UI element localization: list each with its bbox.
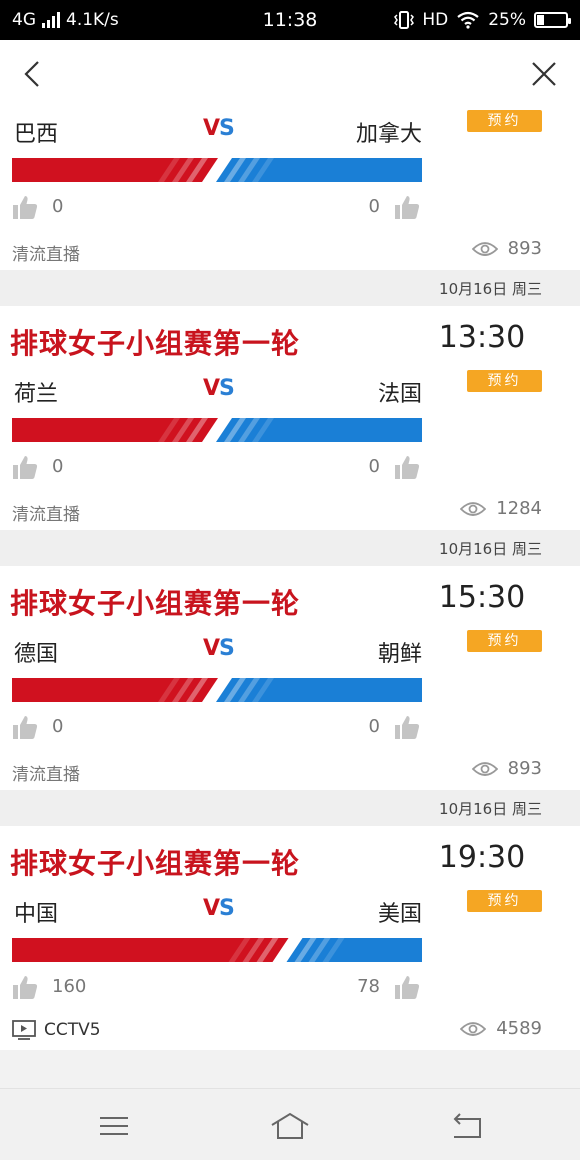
- view-count-value: 893: [507, 238, 542, 259]
- team-left: 德国: [14, 642, 59, 667]
- date-header: 10月16日 周三: [0, 530, 580, 566]
- thumbs-up-right-icon[interactable]: [394, 974, 420, 1000]
- vs-label: VS: [203, 636, 235, 661]
- broadcast-source-label: 清流直播: [12, 765, 80, 785]
- thumbs-up-left-icon[interactable]: [12, 194, 38, 220]
- date-label: 10月16日 周三: [439, 540, 542, 558]
- chevron-left-icon[interactable]: [16, 56, 52, 92]
- date-header: 10月16日 周三: [0, 270, 580, 306]
- vs-label: VS: [203, 116, 235, 141]
- match-title: 排球女子小组赛第一轮: [10, 587, 301, 620]
- battery-icon: [534, 12, 571, 28]
- reserve-button[interactable]: 预约: [467, 890, 542, 912]
- team-right: 朝鲜: [377, 642, 422, 667]
- broadcast-source: 清流直播: [12, 240, 80, 265]
- view-count: 893: [471, 758, 542, 779]
- view-count-value: 4589: [496, 1018, 542, 1039]
- status-time: 11:38: [262, 9, 318, 31]
- eye-icon: [460, 501, 487, 516]
- nav-bar: [0, 40, 580, 108]
- broadcast-source: CCTV5: [12, 1020, 101, 1040]
- match-time: 13:30: [438, 320, 526, 355]
- date-label: 10月16日 周三: [439, 280, 542, 298]
- date-header: 10月16日 周三: [0, 790, 580, 826]
- thumbs-up-left-icon[interactable]: [12, 714, 38, 740]
- broadcast-source: 清流直播: [12, 500, 80, 525]
- thumbs-up-left-icon[interactable]: [12, 974, 38, 1000]
- likes-right: 0: [368, 196, 380, 217]
- status-right: HD 25%: [368, 10, 571, 30]
- view-count: 1284: [460, 498, 542, 519]
- network-speed: 4.1K/s: [66, 10, 119, 30]
- home-icon[interactable]: [270, 1111, 310, 1141]
- support-ratio-bar: [12, 158, 422, 182]
- support-ratio-bar: [12, 938, 422, 962]
- broadcast-source-label: 清流直播: [12, 505, 80, 525]
- match-card[interactable]: 排球女子小组赛第一轮 15:30 预约 德国 VS 朝鲜 0 0 清流直播 89…: [0, 566, 580, 790]
- match-time: 19:30: [438, 840, 526, 875]
- likes-right: 0: [368, 716, 380, 737]
- signal-icon: [42, 12, 60, 28]
- match-title: 排球女子小组赛第一轮: [10, 327, 301, 360]
- likes-left: 160: [52, 976, 87, 997]
- status-bar: 4G 4.1K/s 11:38 HD 25%: [0, 0, 580, 40]
- tv-icon: [12, 1020, 36, 1040]
- close-icon[interactable]: [526, 56, 562, 92]
- broadcast-source: 清流直播: [12, 760, 80, 785]
- match-time: 15:30: [438, 580, 526, 615]
- network-type: 4G: [12, 10, 36, 30]
- date-label: 10月16日 周三: [439, 800, 542, 818]
- team-left: 荷兰: [14, 382, 59, 407]
- view-count: 893: [471, 238, 542, 259]
- eye-icon: [471, 241, 498, 256]
- team-left: 巴西: [14, 122, 59, 147]
- reserve-button[interactable]: 预约: [467, 370, 542, 392]
- wifi-icon: [457, 11, 479, 29]
- view-count-value: 1284: [496, 498, 542, 519]
- likes-left: 0: [52, 196, 64, 217]
- team-right: 美国: [377, 902, 422, 927]
- view-count-value: 893: [507, 758, 542, 779]
- likes-right: 78: [357, 976, 380, 997]
- eye-icon: [471, 761, 498, 776]
- return-icon[interactable]: [446, 1111, 486, 1141]
- thumbs-up-right-icon[interactable]: [394, 454, 420, 480]
- reserve-button[interactable]: 预约: [467, 630, 542, 652]
- vs-label: VS: [203, 376, 235, 401]
- thumbs-up-right-icon[interactable]: [394, 194, 420, 220]
- broadcast-source-label: 清流直播: [12, 245, 80, 265]
- broadcast-source-label: CCTV5: [44, 1020, 101, 1040]
- team-left: 中国: [14, 902, 59, 927]
- thumbs-up-left-icon[interactable]: [12, 454, 38, 480]
- support-ratio-bar: [12, 418, 422, 442]
- battery-percent: 25%: [488, 10, 526, 30]
- system-nav-bar: [0, 1088, 580, 1160]
- match-title: 排球女子小组赛第一轮: [10, 847, 301, 880]
- vs-label: VS: [203, 896, 235, 921]
- status-left: 4G 4.1K/s: [12, 10, 212, 30]
- hd-label: HD: [422, 10, 449, 30]
- vibrate-icon: [394, 11, 415, 29]
- support-ratio-bar: [12, 678, 422, 702]
- match-card[interactable]: 排球女子小组赛第一轮 19:30 预约 中国 VS 美国 160 78 CCTV…: [0, 826, 580, 1050]
- match-card[interactable]: 排球女子小组赛第一轮 10:00 预约 巴西 VS 加拿大 0 0 清流直播 8…: [0, 108, 580, 270]
- team-right: 加拿大: [355, 122, 422, 147]
- view-count: 4589: [460, 1018, 542, 1039]
- likes-left: 0: [52, 456, 64, 477]
- reserve-button[interactable]: 预约: [467, 110, 542, 132]
- team-right: 法国: [377, 382, 422, 407]
- likes-left: 0: [52, 716, 64, 737]
- match-list[interactable]: 排球女子小组赛第一轮 10:00 预约 巴西 VS 加拿大 0 0 清流直播 8…: [0, 108, 580, 1088]
- match-card[interactable]: 排球女子小组赛第一轮 13:30 预约 荷兰 VS 法国 0 0 清流直播 12…: [0, 306, 580, 530]
- eye-icon: [460, 1021, 487, 1036]
- menu-icon[interactable]: [94, 1111, 134, 1141]
- thumbs-up-right-icon[interactable]: [394, 714, 420, 740]
- likes-right: 0: [368, 456, 380, 477]
